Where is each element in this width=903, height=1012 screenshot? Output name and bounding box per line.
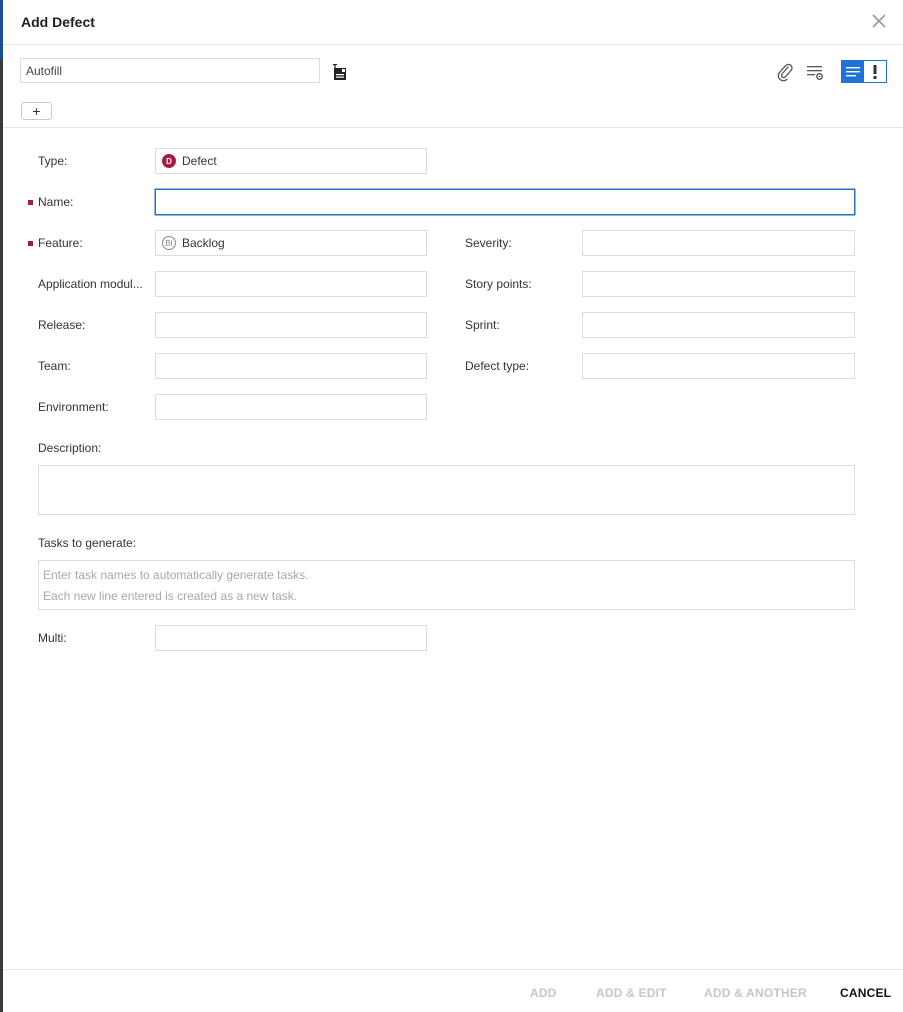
multi-field[interactable] [155,625,427,651]
application-module-label: Application modul... [38,277,143,291]
save-template-icon[interactable] [331,63,349,81]
feature-label: Feature: [38,236,83,250]
tasks-placeholder-line-1: Enter task names to automatically genera… [43,568,309,582]
type-pill: D Defect [156,154,217,168]
list-view-icon[interactable] [842,61,864,82]
description-label: Description: [38,441,102,455]
add-and-edit-button[interactable]: ADD & EDIT [596,986,667,1000]
add-and-another-button[interactable]: ADD & ANOTHER [704,986,807,1000]
name-label: Name: [38,195,74,209]
name-input[interactable] [155,189,855,215]
application-module-field[interactable] [155,271,427,297]
autofill-input[interactable] [20,58,320,83]
team-field[interactable] [155,353,427,379]
story-points-field[interactable] [582,271,855,297]
required-marker [28,200,33,205]
severity-field[interactable] [582,230,855,256]
add-button[interactable]: ADD [530,986,557,1000]
type-value: Defect [182,154,217,168]
feature-field[interactable]: BI Backlog [155,230,427,256]
add-field-button[interactable]: + [21,102,52,120]
defect-type-field[interactable] [582,353,855,379]
required-marker [28,241,33,246]
feature-value: Backlog [182,236,225,250]
dialog-toolbar: + [3,45,903,128]
feature-pill: BI Backlog [156,236,225,250]
sprint-field[interactable] [582,312,855,338]
release-field[interactable] [155,312,427,338]
defect-badge-icon: D [162,154,176,168]
type-label: Type: [38,154,68,168]
backlog-badge-icon: BI [162,236,176,250]
tasks-label: Tasks to generate: [38,536,137,550]
environment-label: Environment: [38,400,109,414]
story-points-label: Story points: [465,277,532,291]
add-defect-dialog: Add Defect + [0,0,903,1012]
team-label: Team: [38,359,71,373]
cancel-button[interactable]: CANCEL [840,986,891,1000]
tasks-input[interactable]: Enter task names to automatically genera… [38,560,855,610]
close-icon[interactable] [870,12,888,30]
attachment-icon[interactable] [775,62,795,82]
view-toggle [841,60,887,83]
dialog-title: Add Defect [21,14,95,30]
defect-type-label: Defect type: [465,359,530,373]
alert-view-icon[interactable] [864,61,886,82]
severity-label: Severity: [465,236,512,250]
dialog-header: Add Defect [3,0,903,45]
multi-label: Multi: [38,631,67,645]
sprint-label: Sprint: [465,318,500,332]
dialog-footer: ADD ADD & EDIT ADD & ANOTHER CANCEL [3,969,903,1012]
type-field[interactable]: D Defect [155,148,427,174]
release-label: Release: [38,318,86,332]
environment-field[interactable] [155,394,427,420]
tasks-placeholder-line-2: Each new line entered is created as a ne… [43,589,298,603]
tasks-placeholder: Enter task names to automatically genera… [43,565,308,607]
description-input[interactable] [38,465,855,515]
field-settings-icon[interactable] [805,62,825,82]
